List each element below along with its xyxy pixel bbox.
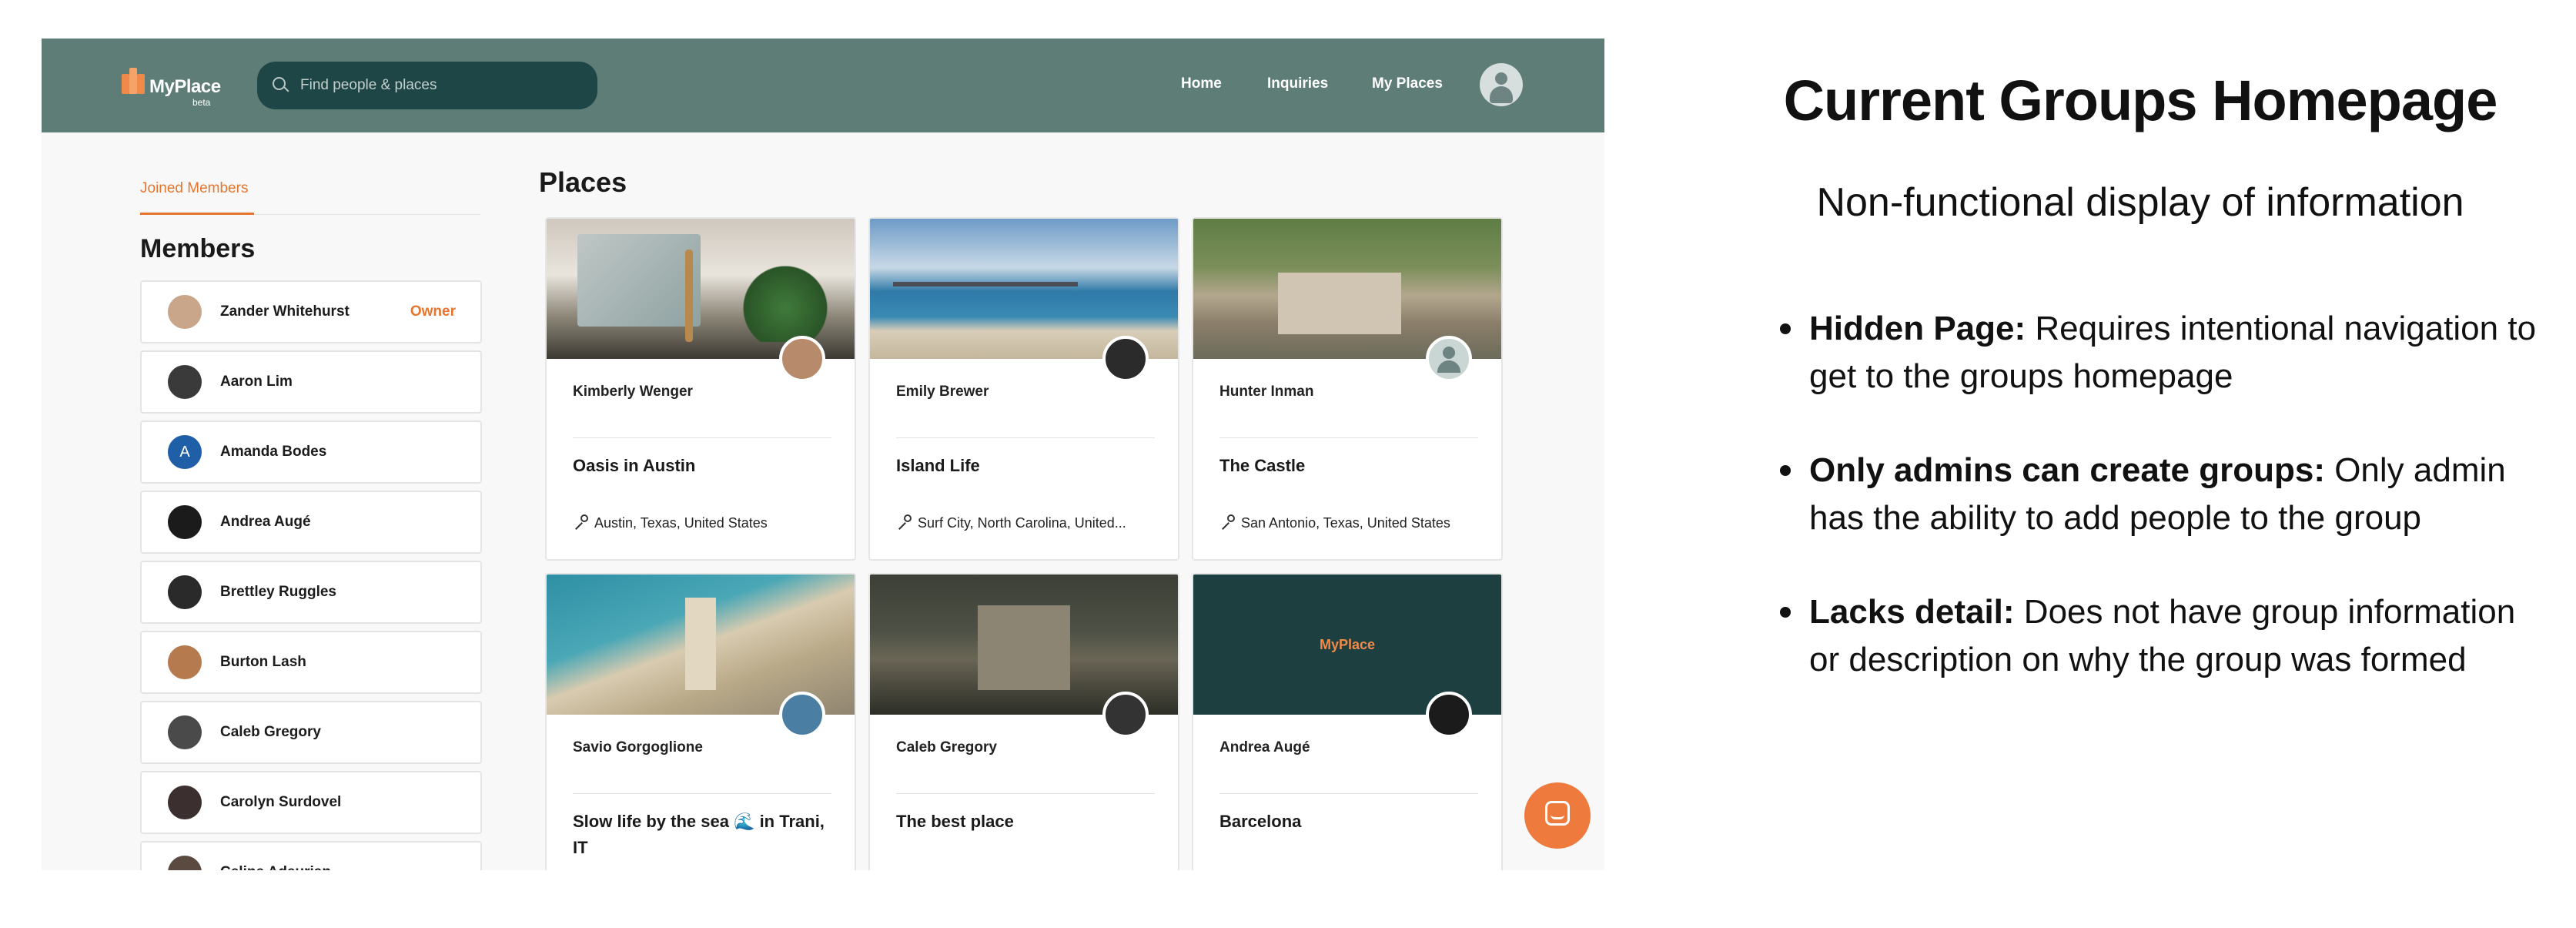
place-title: Island Life [896, 456, 980, 475]
search-input[interactable] [300, 77, 577, 94]
panel-title: Current Groups Homepage [1783, 69, 2498, 132]
owner-badge: Owner [410, 303, 456, 320]
place-title: Oasis in Austin [573, 456, 696, 475]
card-divider [573, 793, 831, 794]
member-name: Celine Adeurian [220, 864, 331, 870]
active-tab-indicator [140, 213, 254, 215]
place-card[interactable]: Kimberly Wenger Oasis in Austin Austin, … [545, 217, 856, 561]
panel-subtitle: Non-functional display of information [1816, 180, 2464, 225]
logo-text: MyPlace [149, 76, 221, 97]
member-avatar[interactable] [168, 365, 202, 399]
house-logo-icon [122, 68, 145, 94]
place-owner-name: Savio Gorgoglione [573, 739, 703, 755]
top-navbar: MyPlace beta Home Inquiries My Places [42, 39, 1604, 132]
card-divider [573, 437, 831, 438]
place-owner-name: Andrea Augé [1219, 739, 1310, 755]
member-name: Brettley Ruggles [220, 584, 336, 600]
place-card[interactable]: Caleb Gregory The best place [868, 573, 1179, 870]
place-owner-name: Kimberly Wenger [573, 384, 693, 400]
member-row[interactable]: Burton Lash [140, 631, 482, 694]
chat-support-button[interactable] [1524, 782, 1591, 849]
owner-avatar[interactable] [1102, 692, 1149, 738]
member-name: Zander Whitehurst [220, 303, 350, 320]
place-location: Surf City, North Carolina, United... [896, 514, 1158, 531]
member-row[interactable]: Brettley Ruggles [140, 561, 482, 624]
member-avatar[interactable] [168, 575, 202, 609]
owner-avatar[interactable] [779, 336, 825, 382]
bullet-label: Only admins can create groups: [1809, 451, 2325, 489]
member-avatar[interactable] [168, 505, 202, 539]
member-list: Zander Whitehurst Owner Aaron Lim A Amanda B… [140, 280, 482, 870]
bullet-item: Hidden Page: Requires intentional naviga… [1780, 305, 2550, 400]
owner-avatar[interactable] [1102, 336, 1149, 382]
nav-home[interactable]: Home [1181, 75, 1222, 92]
member-avatar[interactable] [168, 856, 202, 870]
user-avatar-icon[interactable] [1480, 63, 1523, 106]
owner-avatar[interactable] [1426, 692, 1472, 738]
members-heading: Members [140, 234, 256, 263]
place-owner-name: Emily Brewer [896, 384, 989, 400]
search-bar[interactable] [257, 62, 597, 109]
member-name: Burton Lash [220, 654, 306, 670]
places-heading: Places [539, 166, 627, 198]
bullet-item: Only admins can create groups: Only admi… [1780, 447, 2550, 542]
place-location: Austin, Texas, United States [573, 514, 835, 531]
card-divider [1219, 793, 1478, 794]
owner-avatar[interactable] [1426, 336, 1472, 382]
place-location: San Antonio, Texas, United States [1219, 514, 1481, 531]
place-owner-name: Hunter Inman [1219, 384, 1314, 400]
member-row[interactable]: Aaron Lim [140, 350, 482, 414]
member-row[interactable]: Andrea Augé [140, 491, 482, 554]
member-row[interactable]: Zander Whitehurst Owner [140, 280, 482, 343]
beta-badge: beta [192, 97, 211, 108]
app-screenshot: MyPlace beta Home Inquiries My Places Jo… [42, 39, 1604, 870]
owner-avatar[interactable] [779, 692, 825, 738]
place-owner-name: Caleb Gregory [896, 739, 997, 755]
member-name: Caleb Gregory [220, 724, 321, 740]
place-card[interactable]: Emily Brewer Island Life Surf City, Nort… [868, 217, 1179, 561]
member-row[interactable]: Carolyn Surdovel [140, 771, 482, 834]
tab-joined-members[interactable]: Joined Members [140, 180, 248, 197]
location-pin-icon [573, 514, 590, 531]
member-row[interactable]: A Amanda Bodes [140, 420, 482, 484]
place-card[interactable]: Savio Gorgoglione Slow life by the sea 🌊… [545, 573, 856, 870]
member-name: Amanda Bodes [220, 444, 327, 460]
place-card[interactable]: MyPlace Andrea Augé Barcelona [1192, 573, 1503, 870]
card-divider [896, 437, 1155, 438]
nav-my-places[interactable]: My Places [1372, 75, 1443, 92]
member-avatar[interactable] [168, 295, 202, 329]
bullet-label: Lacks detail: [1809, 593, 2015, 631]
place-title: The Castle [1219, 456, 1306, 475]
place-card[interactable]: Hunter Inman The Castle San Antonio, Tex… [1192, 217, 1503, 561]
member-avatar[interactable] [168, 645, 202, 679]
card-divider [1219, 437, 1478, 438]
member-name: Aaron Lim [220, 374, 293, 390]
location-pin-icon [1219, 514, 1236, 531]
member-avatar[interactable] [168, 786, 202, 819]
search-icon [273, 77, 289, 94]
place-title: Slow life by the sea 🌊 in Trani, IT [573, 812, 825, 857]
member-name: Andrea Augé [220, 514, 311, 530]
bullet-list: Hidden Page: Requires intentional naviga… [1780, 305, 2550, 730]
card-divider [896, 793, 1155, 794]
myplace-logo[interactable]: MyPlace beta [122, 68, 221, 108]
member-name: Carolyn Surdovel [220, 794, 342, 810]
member-row[interactable]: Caleb Gregory [140, 701, 482, 764]
place-title: Barcelona [1219, 812, 1302, 831]
placeholder-logo: MyPlace [1319, 636, 1376, 652]
chat-icon [1545, 801, 1570, 826]
member-row[interactable]: Celine Adeurian [140, 841, 482, 870]
bullet-item: Lacks detail: Does not have group inform… [1780, 588, 2550, 684]
nav-inquiries[interactable]: Inquiries [1267, 75, 1328, 92]
bullet-label: Hidden Page: [1809, 310, 2026, 347]
location-pin-icon [896, 514, 913, 531]
member-avatar[interactable] [168, 715, 202, 749]
member-avatar[interactable]: A [168, 435, 202, 469]
place-title: The best place [896, 812, 1014, 831]
